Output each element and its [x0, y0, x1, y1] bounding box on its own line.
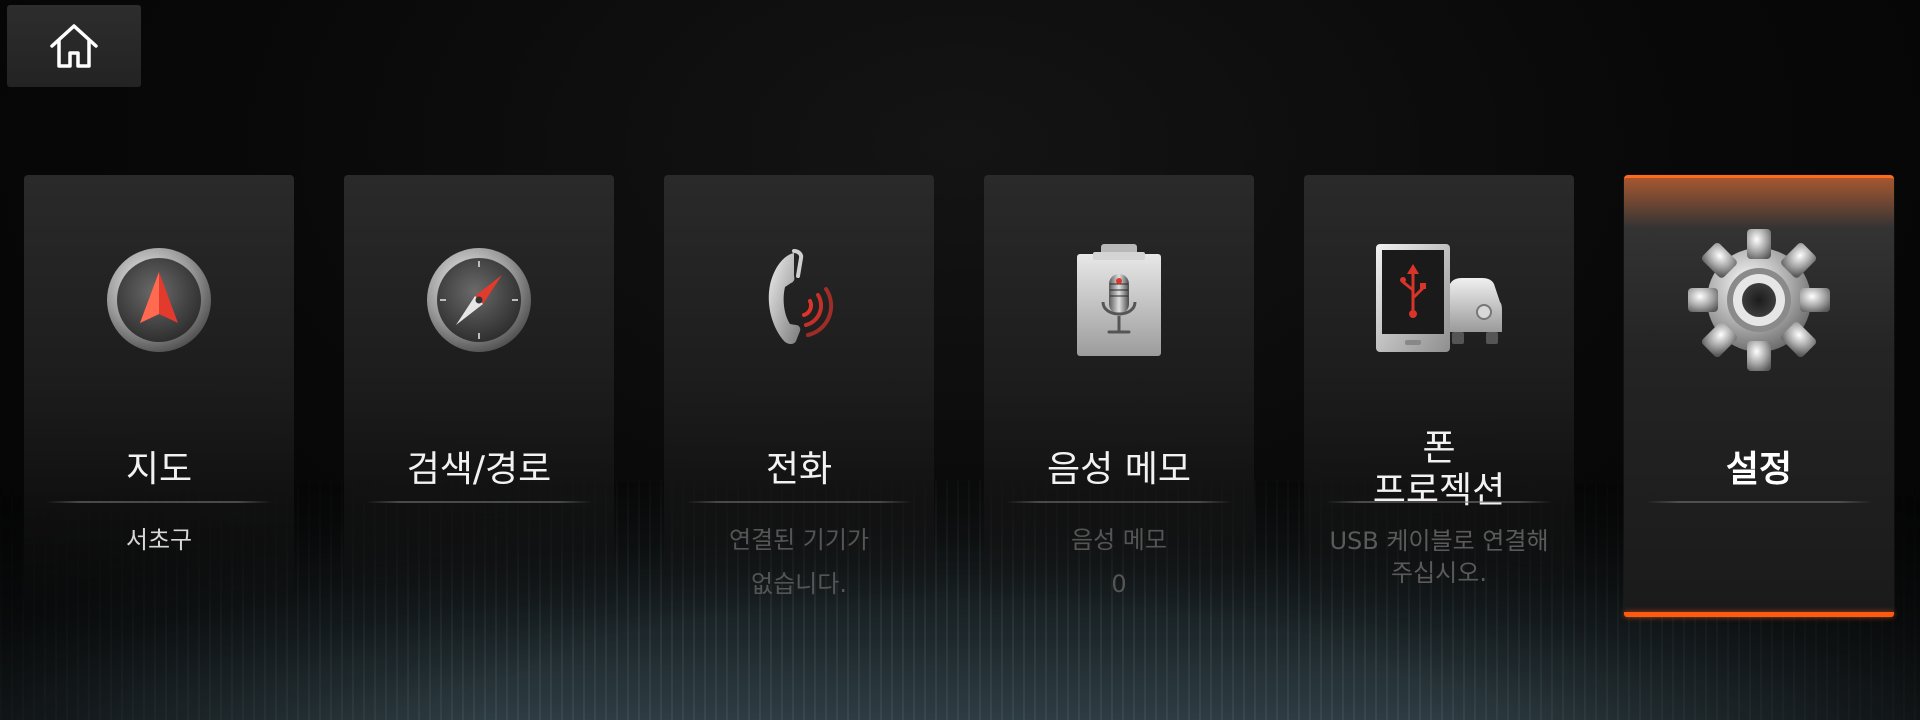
- phone-icon: [724, 235, 874, 365]
- tile-voice-memo[interactable]: 음성 메모 음성 메모 0: [984, 175, 1254, 617]
- tile-phone-projection-divider: [1326, 501, 1552, 503]
- tile-settings-highlight: [1624, 175, 1894, 228]
- tile-phone-divider: [686, 501, 912, 503]
- tile-map-subtitle: 서초구: [125, 526, 193, 554]
- tile-search[interactable]: 검색/경로: [344, 175, 614, 617]
- tile-map-divider: [46, 501, 272, 503]
- tile-phone-subtitle-line-1: 연결된 기기가: [728, 526, 870, 554]
- tile-voice-memo-divider: [1006, 501, 1232, 503]
- home-icon: [50, 24, 98, 68]
- tile-search-divider: [366, 501, 592, 503]
- home-button[interactable]: [7, 5, 141, 87]
- microphone-icon: [1044, 235, 1194, 365]
- phone-car-usb-icon: [1364, 235, 1514, 365]
- tile-phone-projection-title-line-1: 폰: [1422, 428, 1456, 469]
- tile-phone[interactable]: 전화 연결된 기기가 없습니다.: [664, 175, 934, 617]
- tile-voice-memo-subtitle-line-1: 음성 메모: [1071, 526, 1167, 554]
- tile-voice-memo-subtitle: 음성 메모 0: [984, 518, 1254, 606]
- gear-icon: [1684, 229, 1834, 371]
- compass-icon: [404, 235, 554, 365]
- tile-phone-projection-subtitle: USB 케이블로 연결해 주십시오.: [1304, 525, 1574, 589]
- tile-phone-projection-title-line-2: 프로젝션: [1372, 470, 1506, 511]
- tile-phone-subtitle-line-2: 없습니다.: [751, 570, 847, 598]
- tile-settings-active-bar: [1624, 612, 1894, 617]
- tile-map[interactable]: 지도 서초구: [24, 175, 294, 617]
- tile-settings[interactable]: 설정: [1624, 175, 1894, 617]
- tile-phone-projection-subtitle-line-1: USB 케이블로 연결해: [1329, 527, 1549, 555]
- navigation-arrow-icon: [84, 235, 234, 365]
- tile-settings-divider: [1646, 501, 1872, 503]
- tile-phone-subtitle: 연결된 기기가 없습니다.: [664, 518, 934, 606]
- tile-phone-projection-subtitle-line-2: 주십시오.: [1391, 559, 1487, 587]
- tile-phone-projection[interactable]: 폰 프로젝션 USB 케이블로 연결해 주십시오.: [1304, 175, 1574, 617]
- home-menu-screen: 지도 서초구 검색/경로 전화 연결된 기기가 없습니다. 음성 메모 음성 메…: [0, 0, 1920, 720]
- tile-voice-memo-count: 0: [1111, 570, 1127, 598]
